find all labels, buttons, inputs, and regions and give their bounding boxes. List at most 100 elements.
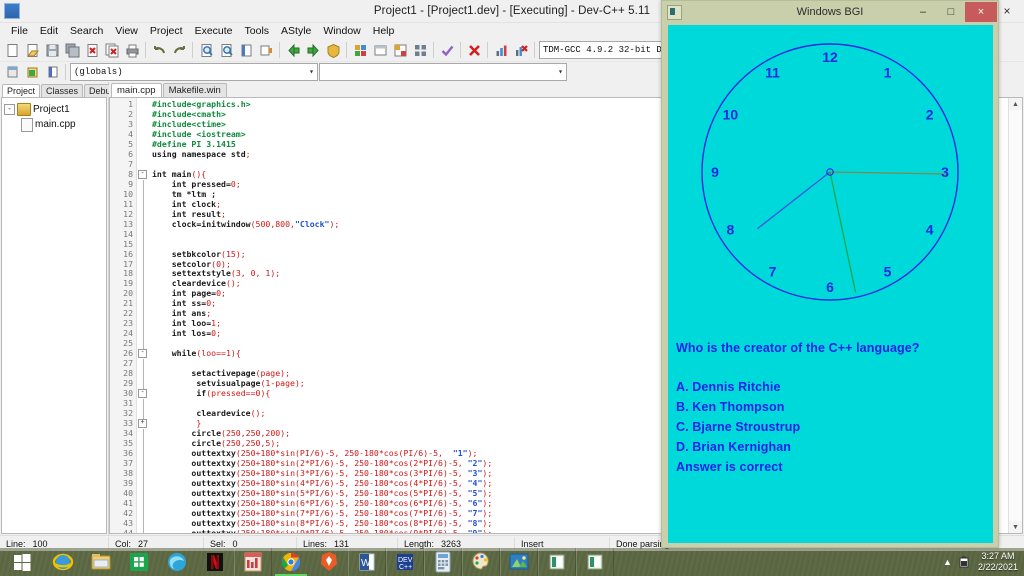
- tree-node-project1[interactable]: - Project1: [4, 102, 104, 117]
- menu-item-astyle[interactable]: AStyle: [275, 24, 317, 38]
- editor-tab-main-cpp[interactable]: main.cpp: [111, 83, 162, 97]
- find-replace-icon[interactable]: [217, 41, 236, 60]
- menu-item-window[interactable]: Window: [317, 24, 366, 38]
- delete-profile-icon[interactable]: [512, 41, 531, 60]
- calculator-icon[interactable]: [424, 548, 462, 576]
- bgi-window-icon-2[interactable]: [576, 548, 614, 576]
- devcpp-icon[interactable]: DEV C++: [386, 548, 424, 576]
- bgi-window-icon[interactable]: [538, 548, 576, 576]
- status-sel-label: Sel:: [210, 538, 226, 549]
- clock-hour-number-5: 5: [884, 264, 892, 280]
- open-file-icon[interactable]: [23, 41, 42, 60]
- spss-icon[interactable]: [234, 548, 272, 576]
- fold-marker: [137, 289, 148, 300]
- compile-icon[interactable]: [284, 41, 303, 60]
- menu-item-project[interactable]: Project: [144, 24, 189, 38]
- svg-text:C++: C++: [399, 564, 412, 571]
- scroll-down-arrow-icon[interactable]: ▼: [1009, 521, 1022, 533]
- goto-line-icon[interactable]: [237, 41, 256, 60]
- fold-marker[interactable]: +: [137, 419, 148, 429]
- bgi-app-icon: [667, 5, 682, 20]
- toggle-bookmark-icon[interactable]: [257, 41, 276, 60]
- fold-marker: [137, 409, 148, 419]
- fold-marker: [137, 478, 148, 489]
- word-icon[interactable]: W: [348, 548, 386, 576]
- menu-item-tools[interactable]: Tools: [239, 24, 276, 38]
- show-hidden-icons-icon[interactable]: ▲: [943, 557, 952, 567]
- tree-expander[interactable]: -: [4, 104, 15, 115]
- project-open-icon[interactable]: [23, 63, 42, 82]
- code-folding-column[interactable]: - - - +: [137, 98, 148, 533]
- project-tab-project[interactable]: Project: [2, 84, 41, 97]
- class-combo[interactable]: ▾: [319, 63, 567, 81]
- internet-explorer-icon[interactable]: [44, 548, 82, 576]
- netflix-icon[interactable]: [196, 548, 234, 576]
- start-button[interactable]: [0, 548, 44, 576]
- new-file-icon[interactable]: [3, 41, 22, 60]
- close-all-icon[interactable]: [103, 41, 122, 60]
- save-all-icon[interactable]: [63, 41, 82, 60]
- bgi-minimize-button[interactable]: –: [909, 2, 937, 22]
- project-close-icon[interactable]: [43, 63, 62, 82]
- scope-combo[interactable]: (globals) ▾: [70, 63, 318, 81]
- project-tree: - Project1 main.cpp: [1, 97, 107, 534]
- project-tab-classes[interactable]: Classes: [41, 84, 84, 97]
- menu-item-help[interactable]: Help: [367, 24, 401, 38]
- clock-hour-number-6: 6: [826, 279, 834, 295]
- fold-marker: [137, 179, 148, 190]
- taskbar-clock[interactable]: 3:27 AM 2/22/2021: [978, 551, 1018, 573]
- fold-marker: [137, 319, 148, 330]
- quiz-result: Answer is correct: [676, 460, 783, 474]
- menu-item-view[interactable]: View: [109, 24, 144, 38]
- toggle-panels-icon[interactable]: [411, 41, 430, 60]
- brave-icon[interactable]: [310, 548, 348, 576]
- status-length-value: 3263: [441, 538, 462, 549]
- menu-item-execute[interactable]: Execute: [189, 24, 239, 38]
- scroll-up-arrow-icon[interactable]: ▲: [1009, 98, 1022, 110]
- toolbar-separator: [63, 63, 69, 81]
- file-explorer-icon[interactable]: [82, 548, 120, 576]
- paint-icon[interactable]: [462, 548, 500, 576]
- scrollbar-track[interactable]: [1009, 110, 1022, 521]
- status-line-value: 100: [32, 538, 48, 549]
- status-lines-label: Lines:: [303, 538, 328, 549]
- edge-icon[interactable]: [158, 548, 196, 576]
- profile-icon[interactable]: [492, 41, 511, 60]
- bgi-close-button[interactable]: ×: [965, 2, 997, 22]
- menu-item-file[interactable]: File: [5, 24, 34, 38]
- tree-node-main-cpp[interactable]: main.cpp: [4, 117, 104, 132]
- battery-icon[interactable]: [958, 555, 972, 569]
- syntax-check-icon[interactable]: [371, 41, 390, 60]
- stop-execution-icon[interactable]: [465, 41, 484, 60]
- clock-hour-number-1: 1: [884, 64, 892, 80]
- quiz-option-a: A. Dennis Ritchie: [676, 380, 781, 394]
- menu-item-search[interactable]: Search: [64, 24, 109, 38]
- undo-icon[interactable]: [150, 41, 169, 60]
- menu-item-edit[interactable]: Edit: [34, 24, 64, 38]
- editor-tab-makefile-win[interactable]: Makefile.win: [162, 83, 227, 97]
- close-file-icon[interactable]: [83, 41, 102, 60]
- redo-icon[interactable]: [170, 41, 189, 60]
- minute-hand: [829, 171, 857, 293]
- rebuild-all-icon[interactable]: [351, 41, 370, 60]
- editor-vertical-scrollbar[interactable]: ▲ ▼: [1008, 98, 1022, 533]
- print-icon[interactable]: [123, 41, 142, 60]
- analog-clock: 121234567891011: [701, 43, 959, 301]
- project-new-icon[interactable]: [3, 63, 22, 82]
- microsoft-store-icon[interactable]: [120, 548, 158, 576]
- fold-marker: [137, 448, 148, 459]
- bgi-canvas[interactable]: 12 1 2 3 4 5 6 7 8 9 10 11 Who is the creator of th…: [668, 25, 993, 543]
- compile-run-icon[interactable]: [324, 41, 343, 60]
- fold-marker[interactable]: -: [137, 349, 148, 359]
- fold-marker[interactable]: -: [137, 389, 148, 399]
- find-icon[interactable]: [197, 41, 216, 60]
- save-icon[interactable]: [43, 41, 62, 60]
- project-options-icon[interactable]: [391, 41, 410, 60]
- run-icon[interactable]: [304, 41, 323, 60]
- fold-marker[interactable]: -: [137, 170, 148, 180]
- photos-icon[interactable]: [500, 548, 538, 576]
- debug-check-icon[interactable]: [438, 41, 457, 60]
- toolbar-separator: [344, 41, 350, 59]
- bgi-maximize-button[interactable]: □: [937, 2, 965, 22]
- chrome-icon[interactable]: [272, 548, 310, 576]
